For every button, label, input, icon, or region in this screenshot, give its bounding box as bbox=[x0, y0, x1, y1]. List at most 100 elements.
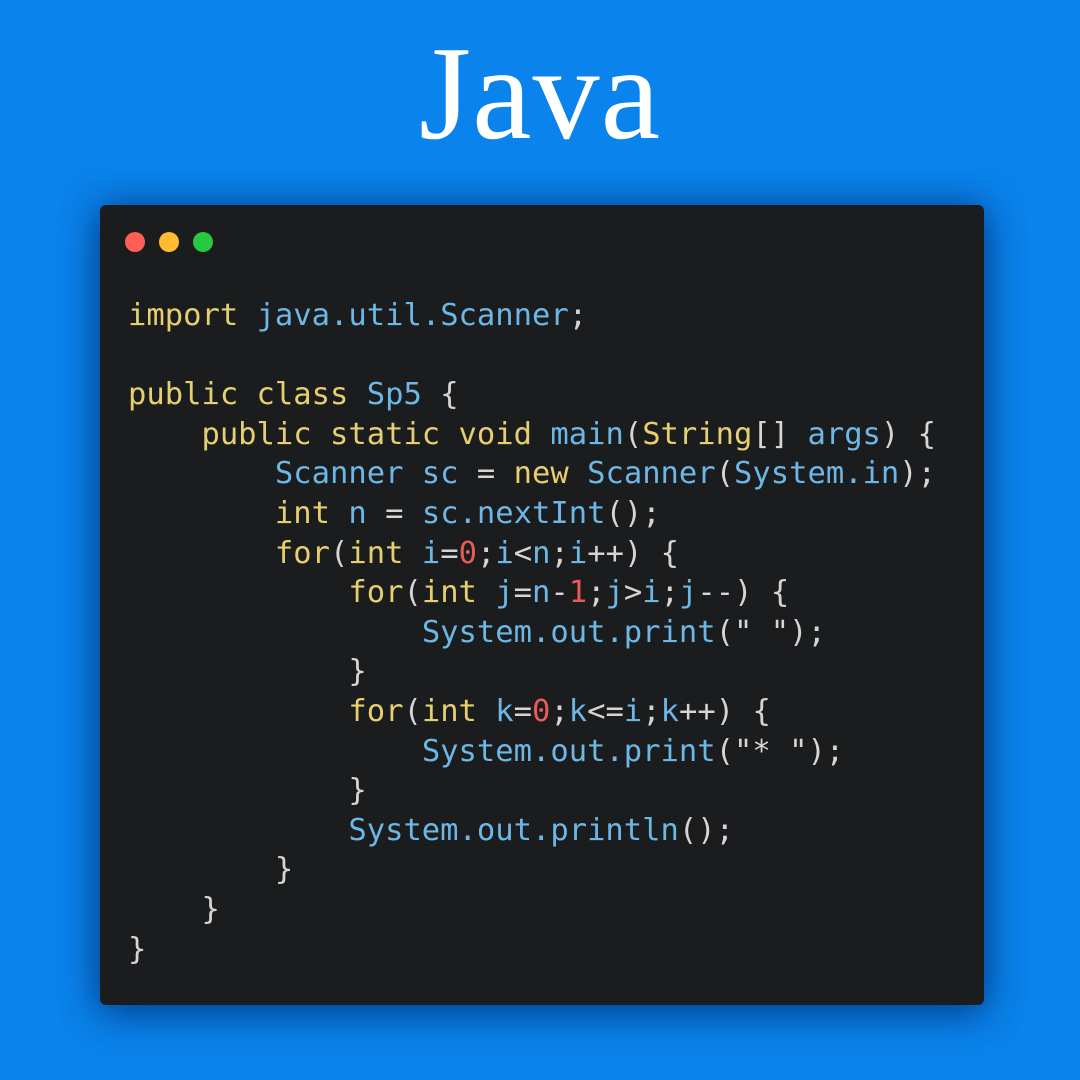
code-token: = bbox=[458, 456, 514, 492]
code-token: n bbox=[532, 535, 551, 571]
code-token: int bbox=[274, 495, 330, 531]
code-line: for(int k=0;k<=i;k++) { bbox=[128, 692, 936, 732]
code-token: = bbox=[366, 495, 422, 531]
code-line: } bbox=[128, 771, 936, 811]
code-line: System.out.print("* "); bbox=[128, 732, 936, 772]
code-line: for(int i=0;i<n;i++) { bbox=[128, 534, 936, 574]
code-token: for bbox=[348, 693, 404, 729]
code-token: ); bbox=[899, 456, 937, 492]
code-token: main bbox=[550, 416, 624, 452]
code-token: ( bbox=[330, 535, 349, 571]
code-token: > bbox=[623, 575, 643, 611]
code-token: java.util.Scanner bbox=[256, 298, 569, 333]
code-token: } bbox=[128, 931, 147, 967]
code-token: <= bbox=[587, 693, 624, 729]
code-token: import bbox=[128, 298, 239, 333]
code-token: ( bbox=[403, 575, 422, 611]
code-token: j bbox=[605, 575, 624, 611]
code-token: ( bbox=[715, 456, 735, 492]
code-token: System.in bbox=[734, 456, 900, 492]
code-block: import java.util.Scanner; public class S… bbox=[128, 296, 936, 969]
code-token: n bbox=[348, 495, 367, 531]
code-token: ; bbox=[587, 575, 606, 611]
code-line: int n = sc.nextInt(); bbox=[128, 494, 936, 534]
code-token: for bbox=[274, 535, 330, 571]
code-token: { bbox=[421, 377, 459, 413]
code-token: } bbox=[128, 891, 220, 927]
code-token: n bbox=[532, 575, 551, 611]
code-token: [] bbox=[752, 416, 808, 452]
code-token: i bbox=[642, 575, 661, 611]
code-token: Scanner sc bbox=[274, 456, 459, 492]
code-token: int bbox=[421, 575, 477, 611]
code-token: ; bbox=[476, 535, 496, 571]
code-token: ; bbox=[642, 693, 661, 729]
code-window: import java.util.Scanner; public class S… bbox=[100, 205, 984, 1005]
code-token: k bbox=[568, 693, 588, 729]
code-token: ) { bbox=[880, 416, 937, 452]
code-token: 0 bbox=[458, 535, 477, 571]
code-token: = bbox=[513, 693, 533, 729]
page-title: Java bbox=[418, 19, 662, 167]
code-token: - bbox=[550, 575, 569, 611]
code-token: = bbox=[440, 535, 459, 571]
code-token: i bbox=[623, 693, 643, 729]
maximize-dot[interactable] bbox=[193, 232, 213, 252]
code-token: Sp5 bbox=[366, 377, 422, 413]
code-token: args bbox=[807, 416, 881, 452]
close-dot[interactable] bbox=[125, 232, 145, 252]
code-token: ++) { bbox=[679, 693, 771, 729]
code-token: } bbox=[128, 773, 367, 809]
code-token: ("* "); bbox=[715, 733, 845, 769]
code-token: System.out.println bbox=[348, 812, 679, 848]
code-token: i bbox=[495, 535, 514, 571]
code-token: ; bbox=[550, 693, 569, 729]
code-token: public static void bbox=[201, 416, 532, 452]
code-token: ( bbox=[403, 693, 422, 729]
code-token: < bbox=[513, 535, 533, 571]
code-token: ; bbox=[568, 298, 588, 333]
code-token: int bbox=[348, 535, 404, 571]
code-line: public class Sp5 { bbox=[128, 375, 936, 415]
minimize-dot[interactable] bbox=[159, 232, 179, 252]
code-token: 0 bbox=[532, 693, 551, 729]
code-line: System.out.print(" "); bbox=[128, 613, 936, 653]
code-token: i bbox=[568, 535, 588, 571]
code-token: (); bbox=[605, 495, 661, 531]
code-token: ; bbox=[550, 535, 569, 571]
code-token: --) { bbox=[697, 575, 790, 611]
code-token: System.out.print bbox=[421, 733, 716, 769]
code-token: new bbox=[513, 456, 569, 492]
code-token: ; bbox=[660, 575, 680, 611]
code-line: } bbox=[128, 930, 936, 970]
code-token: for bbox=[348, 575, 404, 611]
code-line: } bbox=[128, 850, 936, 890]
code-token: System.out.print bbox=[421, 614, 716, 650]
code-token: 1 bbox=[568, 575, 588, 611]
code-line: System.out.println(); bbox=[128, 811, 936, 851]
code-line: } bbox=[128, 652, 936, 692]
code-token: (" "); bbox=[715, 614, 826, 650]
code-token: public class bbox=[128, 377, 349, 413]
code-token: ++) { bbox=[587, 535, 680, 571]
code-token: = bbox=[513, 575, 533, 611]
code-line: public static void main(String[] args) { bbox=[128, 415, 936, 455]
code-line: } bbox=[128, 890, 936, 930]
code-token: (); bbox=[678, 812, 734, 848]
code-token: String bbox=[642, 416, 753, 452]
